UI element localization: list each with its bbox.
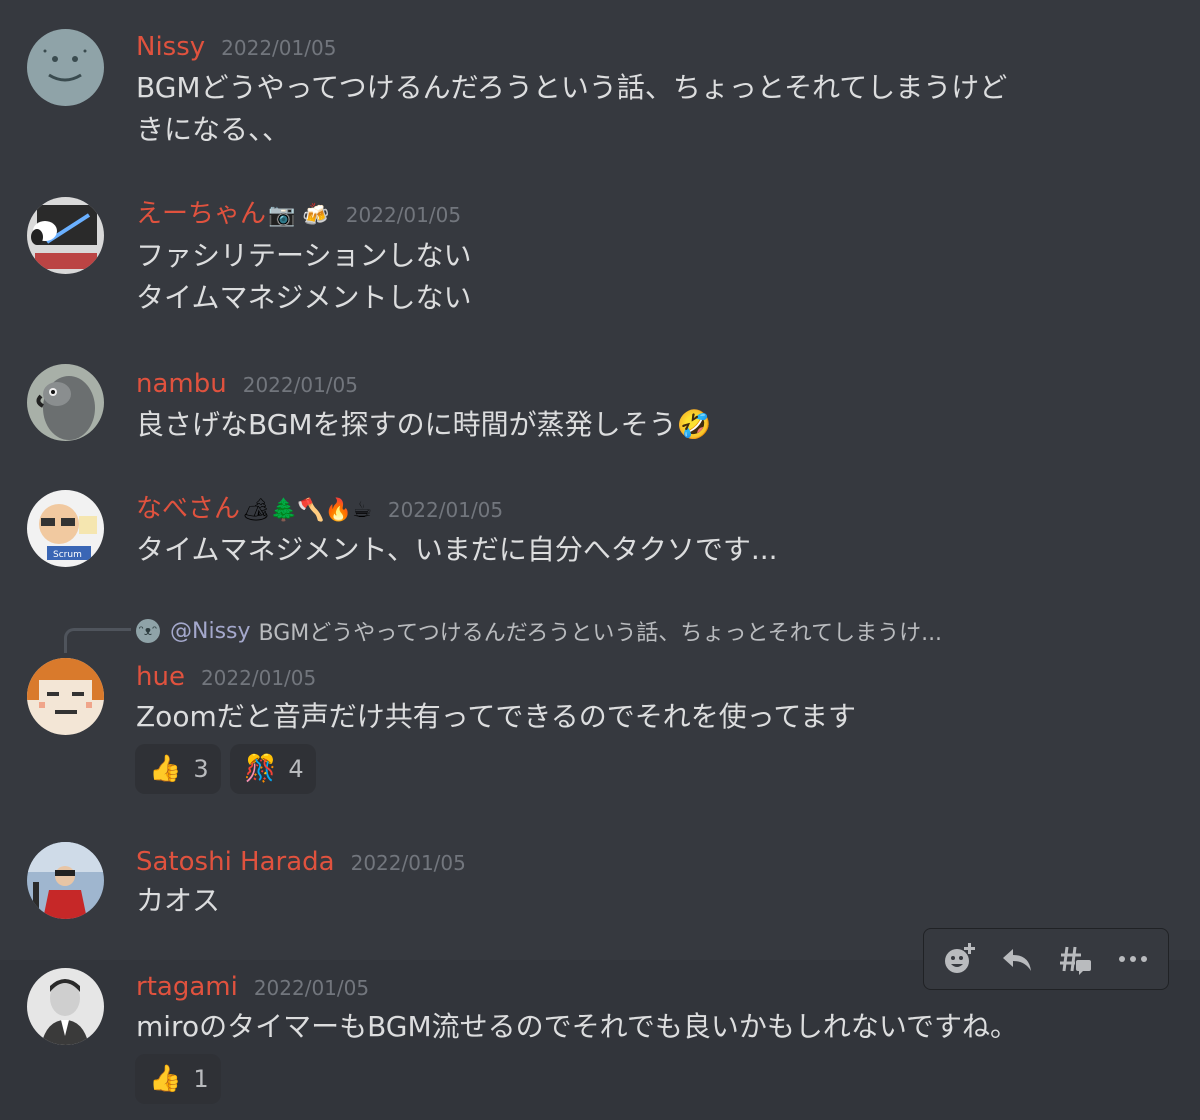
reaction-thumbs-up[interactable]: 👍 3 [135, 744, 221, 794]
message-text: ファシリテーションしない [136, 239, 472, 272]
username[interactable]: rtagami [136, 970, 238, 1004]
message-text: カオス [136, 884, 221, 917]
name-emoji: 📷 🍻 [268, 203, 330, 228]
chat-messages: Nissy 2022/01/05 BGMどうやってつけるんだろうという話、ちょっ… [0, 0, 1200, 1120]
username[interactable]: えーちゃん [136, 197, 266, 231]
reaction-count: 4 [288, 755, 304, 783]
avatar[interactable]: Scrum [27, 490, 104, 567]
message-text: 良さげなBGMを探すのに時間が蒸発しそう🤣 [136, 408, 712, 441]
add-reaction-button[interactable] [935, 935, 983, 983]
message-text: BGMどうやってつけるんだろうという話、ちょっとそれてしまうけど [136, 71, 1008, 104]
message-text: きになる、、 [136, 113, 291, 146]
celebration-icon: 🎊 [244, 754, 277, 784]
message-actions-toolbar [923, 928, 1169, 990]
reply-button[interactable] [993, 935, 1041, 983]
reply-avatar: ᵔᴥᵔ [136, 619, 160, 643]
avatar[interactable] [27, 968, 104, 1045]
timestamp[interactable]: 2022/01/05 [351, 851, 466, 875]
avatar[interactable] [27, 658, 104, 735]
add-reaction-icon [945, 943, 975, 973]
reply-mention[interactable]: @Nissy [170, 619, 251, 644]
reaction-thumbs-up[interactable]: 👍 1 [135, 1054, 221, 1104]
create-thread-icon [1060, 946, 1091, 975]
thumbs-up-icon: 👍 [149, 1064, 182, 1094]
username[interactable]: hue [136, 660, 185, 694]
username[interactable]: Satoshi Harada [136, 845, 335, 879]
timestamp[interactable]: 2022/01/05 [243, 373, 358, 397]
message-header: hue 2022/01/05 [136, 660, 316, 694]
thumbs-up-icon: 👍 [149, 754, 182, 784]
more-icon [1119, 956, 1147, 962]
message-header: Satoshi Harada 2022/01/05 [136, 845, 466, 879]
avatar[interactable] [27, 29, 104, 106]
timestamp[interactable]: 2022/01/05 [201, 666, 316, 690]
username[interactable]: nambu [136, 367, 227, 401]
timestamp[interactable]: 2022/01/05 [388, 498, 503, 522]
create-thread-button[interactable] [1051, 935, 1099, 983]
message-nabesan: Scrum なべさん 🏕🌲🪓🔥☕ 2022/01/05 タイムマネジメント、いま… [0, 475, 1200, 605]
name-emoji: 🏕🌲🪓🔥☕ [242, 498, 372, 523]
username[interactable]: Nissy [136, 30, 205, 64]
username[interactable]: なべさん [136, 492, 240, 526]
message-header: rtagami 2022/01/05 [136, 970, 369, 1004]
message-text: タイムマネジメント、いまだに自分へタクソです... [136, 533, 778, 566]
reaction-count: 1 [193, 1065, 209, 1093]
message-text: タイムマネジメントしない [136, 281, 472, 314]
reply-text[interactable]: BGMどうやってつけるんだろうという話、ちょっとそれてしまうけ... [259, 615, 943, 647]
avatar[interactable] [27, 197, 104, 274]
timestamp[interactable]: 2022/01/05 [221, 36, 336, 60]
reaction-custom[interactable]: 🎊 4 [230, 744, 316, 794]
message-text: Zoomだと音声だけ共有ってできるのでそれを使ってます [136, 700, 856, 733]
timestamp[interactable]: 2022/01/05 [346, 203, 461, 227]
reply-reference[interactable]: ᵔᴥᵔ @Nissy BGMどうやってつけるんだろうという話、ちょっとそれてしま… [136, 614, 942, 648]
message-header: なべさん 🏕🌲🪓🔥☕ 2022/01/05 [136, 492, 503, 526]
more-button[interactable] [1109, 935, 1157, 983]
avatar[interactable] [27, 842, 104, 919]
message-header: Nissy 2022/01/05 [136, 30, 336, 64]
message-hue: hue 2022/01/05 Zoomだと音声だけ共有ってできるのでそれを使って… [0, 650, 1200, 820]
message-text: miroのタイマーもBGM流せるのでそれでも良いかもしれないですね。 [136, 1010, 1018, 1043]
reply-icon [1003, 949, 1031, 971]
message-header: nambu 2022/01/05 [136, 367, 358, 401]
timestamp[interactable]: 2022/01/05 [254, 976, 369, 1000]
avatar[interactable] [27, 364, 104, 441]
reaction-count: 3 [193, 755, 209, 783]
svg-text:Scrum: Scrum [53, 550, 82, 560]
message-header: えーちゃん 📷 🍻 2022/01/05 [136, 197, 461, 231]
message-nambu: nambu 2022/01/05 良さげなBGMを探すのに時間が蒸発しそう🤣 [0, 350, 1200, 475]
message-echan: えーちゃん 📷 🍻 2022/01/05 ファシリテーションしない タイムマネジ… [0, 180, 1200, 350]
message-nissy: Nissy 2022/01/05 BGMどうやってつけるんだろうという話、ちょっ… [0, 0, 1200, 180]
